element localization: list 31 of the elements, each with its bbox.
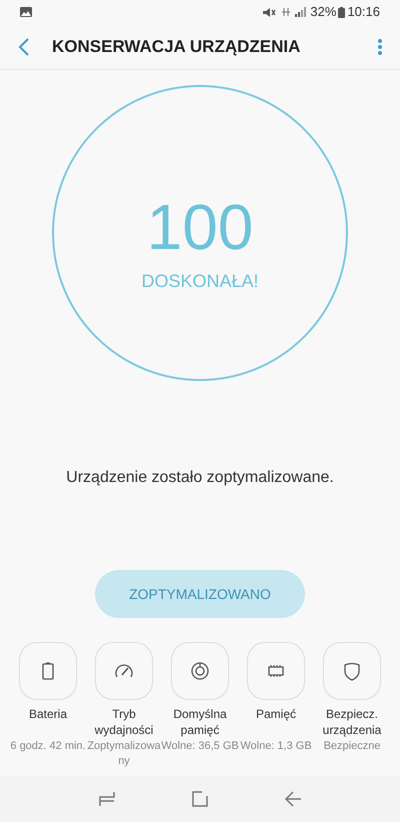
tile-detail: Wolne: 36,5 GB	[161, 739, 239, 754]
clock: 10:16	[347, 3, 380, 22]
tile-button[interactable]	[323, 642, 381, 700]
tile-detail: 6 godz. 42 min.	[9, 739, 87, 754]
back-icon[interactable]	[18, 38, 30, 56]
signal-icon	[295, 7, 308, 17]
battery-icon	[338, 6, 346, 18]
tile-button[interactable]	[19, 642, 77, 700]
score-label: DOSKONAŁA!	[141, 270, 259, 292]
home-icon[interactable]	[192, 791, 208, 807]
battery-percentage: 32%	[310, 3, 336, 22]
more-options-icon[interactable]	[378, 38, 382, 54]
tile-label: Pamięć	[254, 706, 297, 723]
screen-title: KONSERWACJA URZĄDZENIA	[52, 36, 300, 58]
tile-button[interactable]	[247, 642, 305, 700]
status-message: Urządzenie zostało zoptymalizowane.	[66, 468, 334, 488]
tile-button[interactable]	[95, 642, 153, 700]
tile-detail: Zoptymalizowany	[86, 739, 162, 769]
tile-label: Domyślna pamięć	[172, 706, 228, 738]
tile-label: Bezpiecz. urządzenia	[322, 706, 382, 738]
mute-icon	[262, 6, 276, 18]
disc-icon	[189, 660, 211, 682]
recent-apps-icon[interactable]	[98, 791, 115, 807]
tile-detail: Wolne: 1,3 GB	[239, 739, 313, 754]
back-nav-icon[interactable]	[285, 791, 302, 807]
score-value: 100	[146, 192, 254, 262]
tile-label: Tryb wydajności	[94, 706, 154, 738]
image-icon	[20, 7, 32, 17]
tile-button[interactable]	[171, 642, 229, 700]
tile-detail: Bezpieczne	[322, 739, 382, 754]
tile-label: Bateria	[28, 706, 68, 723]
